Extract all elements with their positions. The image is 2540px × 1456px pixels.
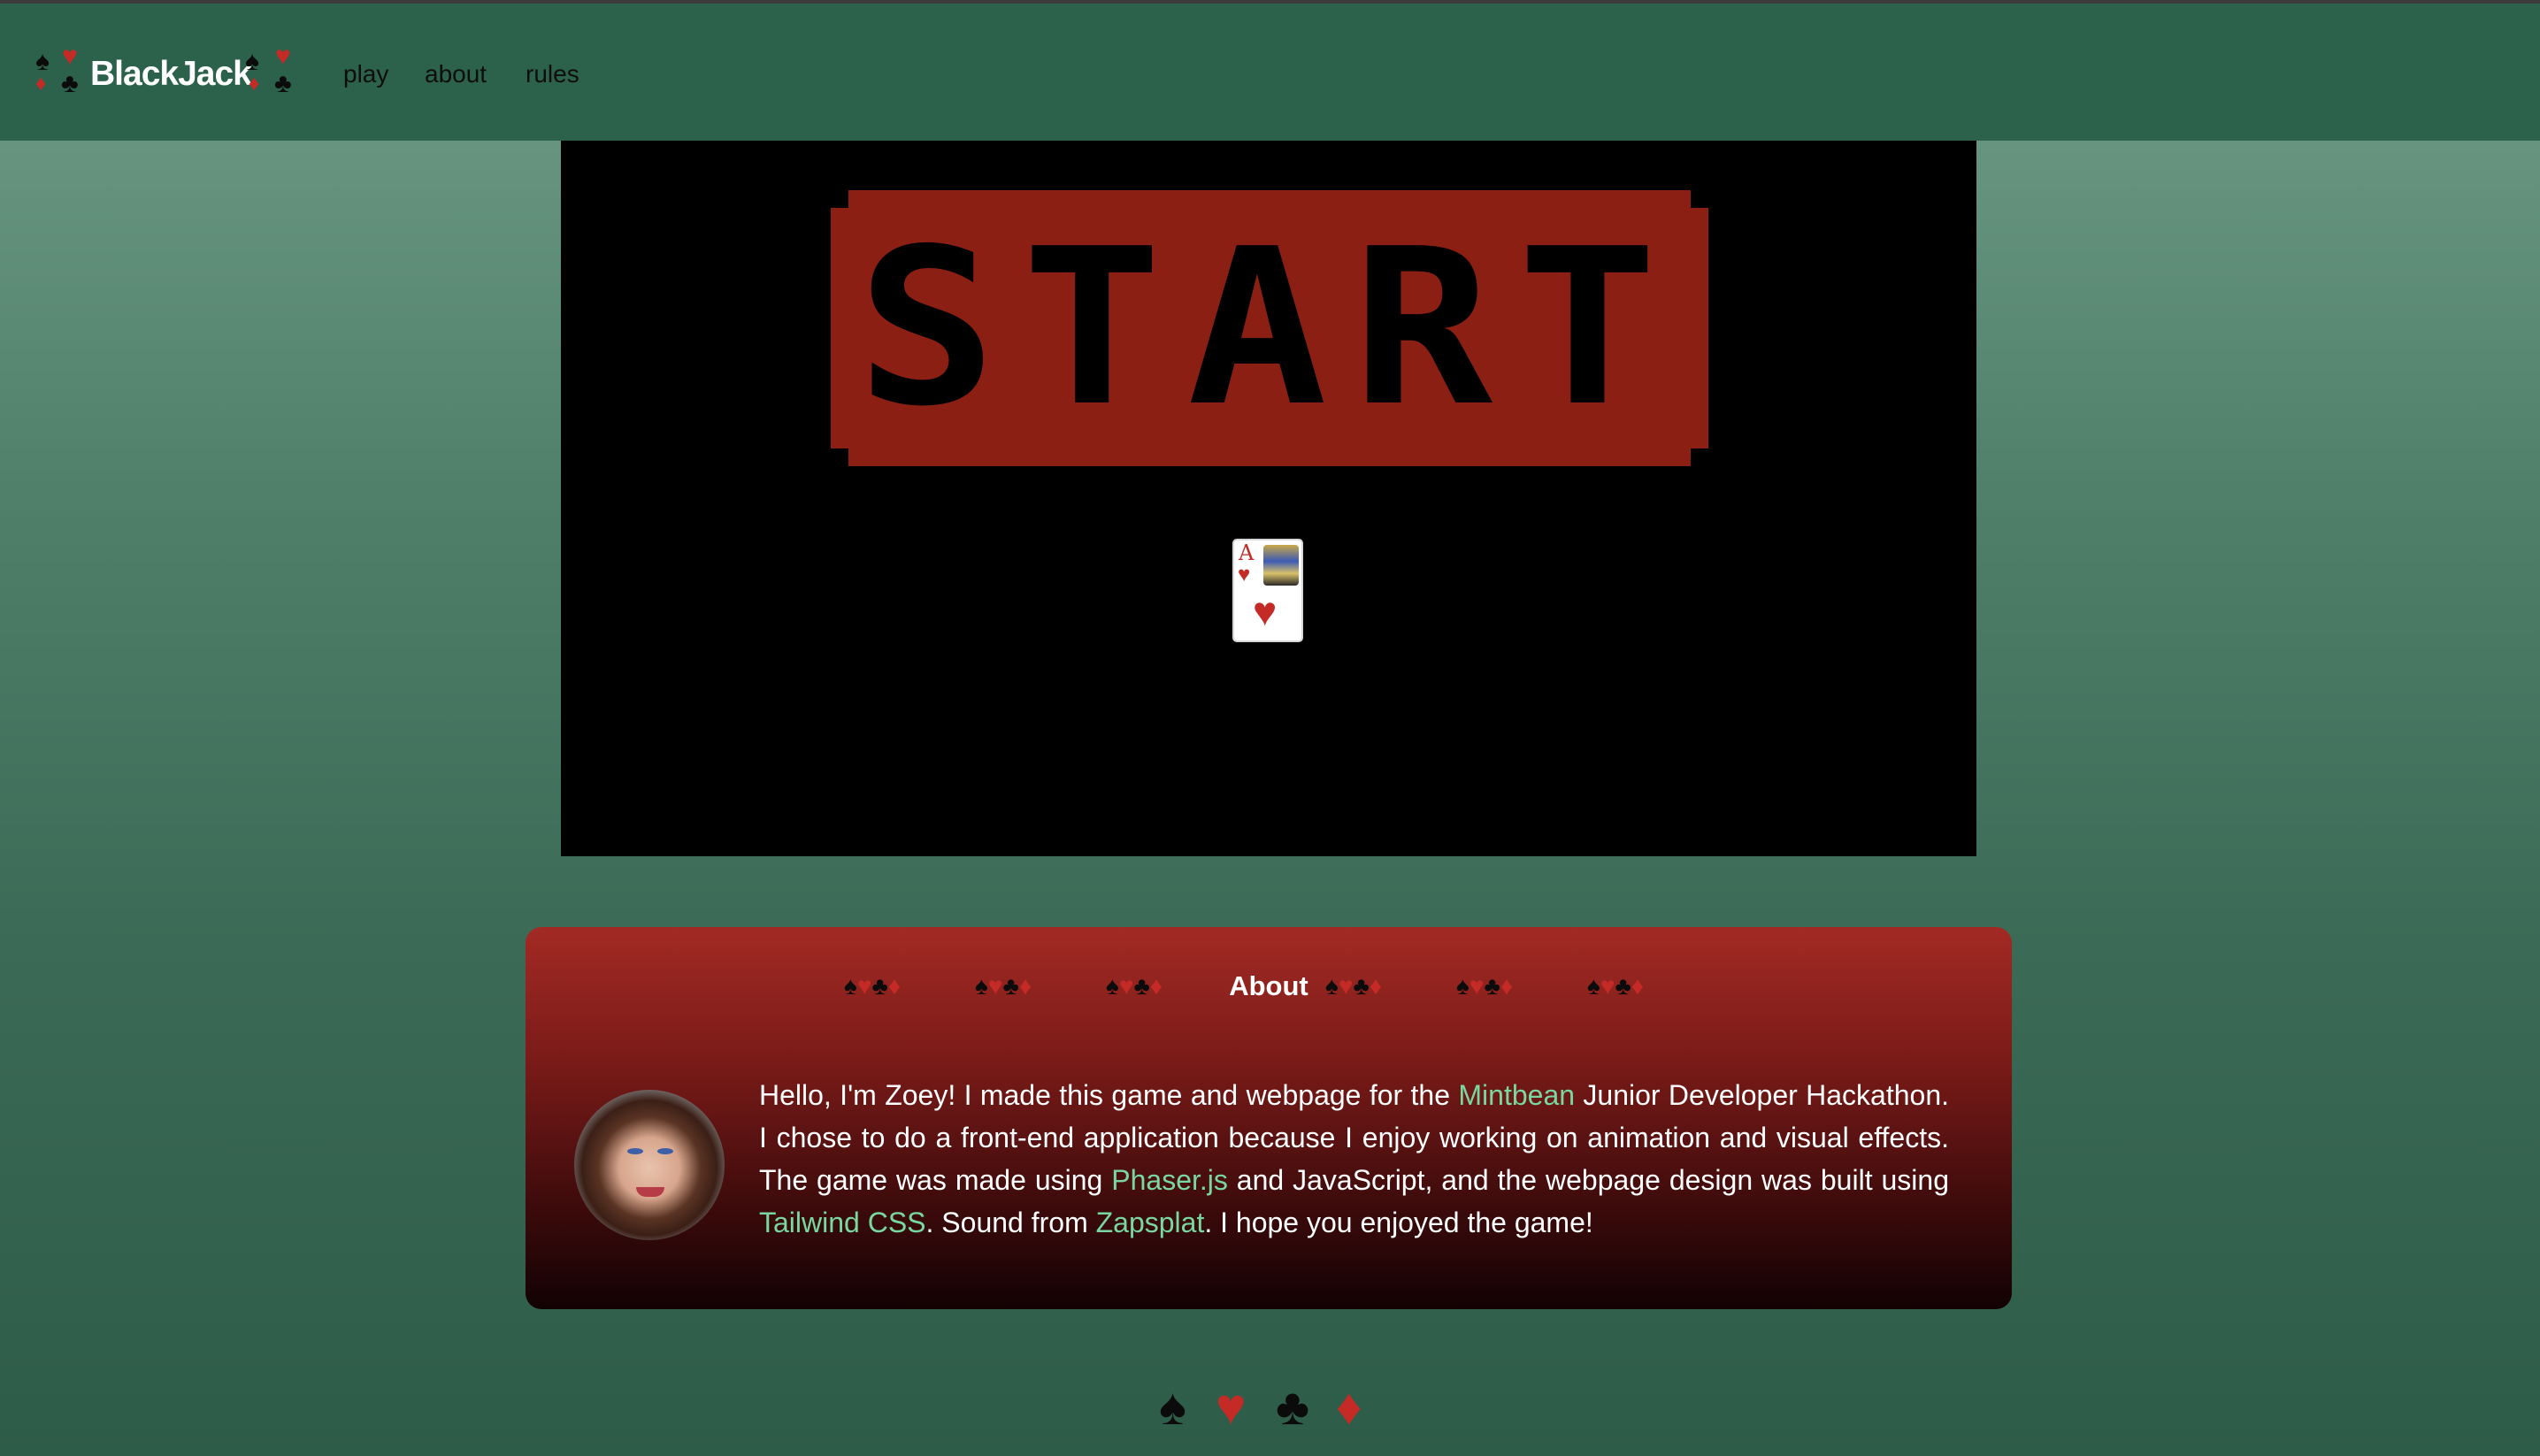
spade-icon: ♠ (1587, 972, 1600, 1000)
club-icon: ♣ (1133, 972, 1150, 1000)
heart-icon: ♥ (62, 42, 78, 71)
heart-icon: ♥ (1118, 972, 1134, 1000)
start-button[interactable]: START (831, 190, 1708, 466)
suit-row: ♠♥♣♦ (975, 969, 1032, 1004)
diamond-icon: ♦ (249, 72, 260, 96)
author-avatar (574, 1090, 725, 1240)
about-text-segment: . Sound from (925, 1207, 1096, 1238)
spade-icon: ♠ (1106, 972, 1119, 1000)
heart-icon: ♥ (1600, 972, 1615, 1000)
zapsplat-link[interactable]: Zapsplat (1096, 1207, 1205, 1238)
diamond-icon: ♦ (1631, 972, 1645, 1000)
heart-icon: ♥ (1469, 972, 1485, 1000)
start-button-label: START (856, 203, 1683, 454)
heart-icon: ♥ (1216, 1378, 1247, 1436)
diamond-icon: ♦ (887, 972, 902, 1000)
heart-icon: ♥ (275, 42, 291, 71)
club-icon: ♣ (1353, 972, 1370, 1000)
club-icon: ♣ (1484, 972, 1500, 1000)
suit-row: ♠♥♣♦ (1456, 969, 1513, 1004)
playing-card: A ♥ ♥ (1232, 539, 1303, 642)
about-text-segment: Hello, I'm Zoey! I made this game and we… (759, 1079, 1459, 1111)
heart-icon: ♥ (987, 972, 1003, 1000)
mintbean-link[interactable]: Mintbean (1458, 1079, 1575, 1111)
diamond-icon: ♦ (1336, 1378, 1362, 1436)
suit-row: ♠♥♣♦ (844, 969, 901, 1004)
game-canvas[interactable]: START A ♥ ♥ (561, 141, 1976, 856)
tailwind-link[interactable]: Tailwind CSS (759, 1207, 926, 1238)
club-icon: ♣ (871, 972, 888, 1000)
top-navbar: ♠ ♦ ♥ ♣ BlackJack ♠ ♦ ♥ ♣ play about rul… (0, 4, 2540, 141)
spade-icon: ♠ (1159, 1378, 1186, 1436)
spade-icon: ♠ (1325, 972, 1339, 1000)
heart-icon: ♥ (1238, 563, 1251, 586)
diamond-icon: ♦ (35, 72, 47, 96)
diamond-icon: ♦ (1500, 972, 1514, 1000)
about-panel: ♠♥♣♦ ♠♥♣♦ ♠♥♣♦ About ♠♥♣♦ ♠♥♣♦ ♠♥♣♦ Hell… (526, 927, 2012, 1309)
club-icon: ♣ (274, 69, 292, 98)
nav-link-play[interactable]: play (343, 60, 388, 88)
nav-link-about[interactable]: about (425, 60, 487, 88)
about-title: About (1229, 970, 1308, 1001)
club-icon: ♣ (61, 69, 79, 98)
spade-icon: ♠ (975, 972, 988, 1000)
suit-row: ♠♥♣♦ (1106, 969, 1163, 1004)
heart-icon: ♥ (1338, 972, 1354, 1000)
footer-suits: ♠ ♥ ♣ ♦ (1159, 1376, 1389, 1438)
spade-icon: ♠ (1456, 972, 1470, 1000)
blackjack-logo[interactable]: ♠ ♦ ♥ ♣ BlackJack ♠ ♦ ♥ ♣ (35, 43, 301, 105)
avatar-eye (657, 1148, 673, 1154)
about-text-segment: . I hope you enjoyed the game! (1204, 1207, 1593, 1238)
heart-icon: ♥ (856, 972, 872, 1000)
club-icon: ♣ (1002, 972, 1019, 1000)
logo-text: BlackJack (90, 55, 252, 93)
spade-icon: ♠ (844, 972, 857, 1000)
diamond-icon: ♦ (1018, 972, 1032, 1000)
card-court-emblem (1263, 545, 1299, 586)
diamond-icon: ♦ (1149, 972, 1163, 1000)
avatar-smile (636, 1187, 664, 1197)
heart-icon: ♥ (1253, 588, 1278, 634)
about-header: ♠♥♣♦ ♠♥♣♦ ♠♥♣♦ About ♠♥♣♦ ♠♥♣♦ ♠♥♣♦ (526, 969, 2012, 1004)
avatar-eye (627, 1148, 643, 1154)
club-icon: ♣ (1276, 1378, 1310, 1436)
suit-row: ♠♥♣♦ (1325, 969, 1382, 1004)
about-text-segment: and JavaScript, and the webpage design w… (1227, 1164, 1950, 1196)
club-icon: ♣ (1615, 972, 1631, 1000)
nav-link-rules[interactable]: rules (526, 60, 579, 88)
card-rank: A (1239, 540, 1255, 565)
about-description: Hello, I'm Zoey! I made this game and we… (759, 1074, 1949, 1244)
suit-row: ♠♥♣♦ (1587, 969, 1644, 1004)
phaser-link[interactable]: Phaser.js (1111, 1164, 1228, 1196)
diamond-icon: ♦ (1369, 972, 1383, 1000)
